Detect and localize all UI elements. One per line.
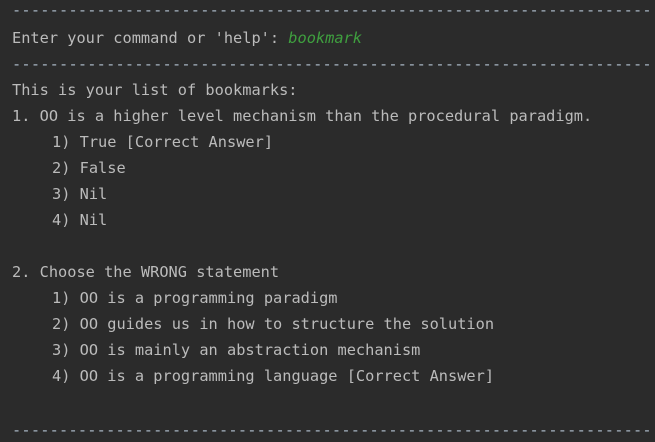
answer-option: 1) OO is a programming paradigm <box>52 289 338 307</box>
separator-line: ----------------------------------------… <box>12 421 652 439</box>
bookmarks-header: This is your list of bookmarks: <box>12 81 298 99</box>
question-text: 2. Choose the WRONG statement <box>12 263 280 281</box>
command-prompt-line: Enter your command or 'help': bookmark <box>12 28 362 48</box>
console-output: ----------------------------------------… <box>0 0 655 442</box>
answer-option: 2) OO guides us in how to structure the … <box>52 315 495 333</box>
separator-line: ----------------------------------------… <box>12 55 652 73</box>
answer-option: 4) Nil <box>52 211 108 229</box>
prompt-label: Enter your command or 'help': <box>12 29 289 47</box>
answer-option: 3) OO is mainly an abstraction mechanism <box>52 341 421 359</box>
separator-line: ----------------------------------------… <box>12 1 652 19</box>
answer-option: 4) OO is a programming language [Correct… <box>52 367 495 385</box>
answer-option: 3) Nil <box>52 185 108 203</box>
command-input-text[interactable]: bookmark <box>288 29 362 47</box>
question-text: 1. OO is a higher level mechanism than t… <box>12 107 593 125</box>
answer-option: 1) True [Correct Answer] <box>52 133 274 151</box>
answer-option: 2) False <box>52 159 126 177</box>
